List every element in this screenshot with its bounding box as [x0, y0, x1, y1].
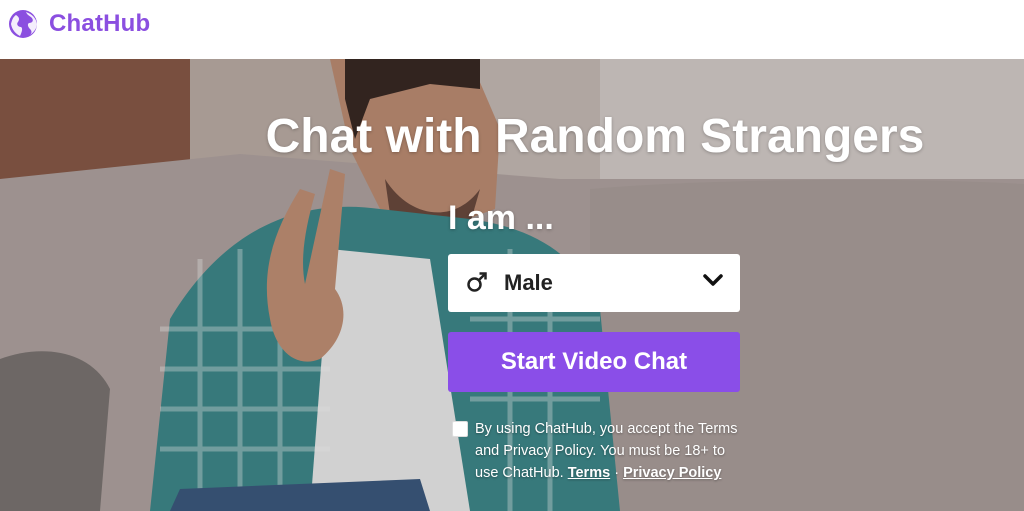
top-header: ChatHub [0, 0, 1024, 59]
headline: Chat with Random Strangers [265, 110, 925, 163]
gender-select-value: Male [504, 270, 553, 295]
consent-checkbox[interactable] [452, 421, 468, 437]
brand-name[interactable]: ChatHub [49, 8, 150, 40]
consent-text: By using ChatHub, you accept the Terms a… [475, 418, 745, 484]
gender-select[interactable]: Male [448, 254, 740, 312]
hero-section: Chat with Random Strangers I am ... Male… [0, 59, 1024, 511]
link-separator: · [614, 465, 620, 481]
gender-prompt: I am ... [448, 199, 554, 237]
terms-link[interactable]: Terms [568, 465, 610, 481]
globe-icon[interactable] [8, 9, 38, 39]
privacy-policy-link[interactable]: Privacy Policy [623, 465, 721, 481]
chevron-down-icon [703, 274, 723, 286]
start-video-chat-button[interactable]: Start Video Chat [448, 332, 740, 392]
male-symbol-icon [467, 272, 487, 292]
